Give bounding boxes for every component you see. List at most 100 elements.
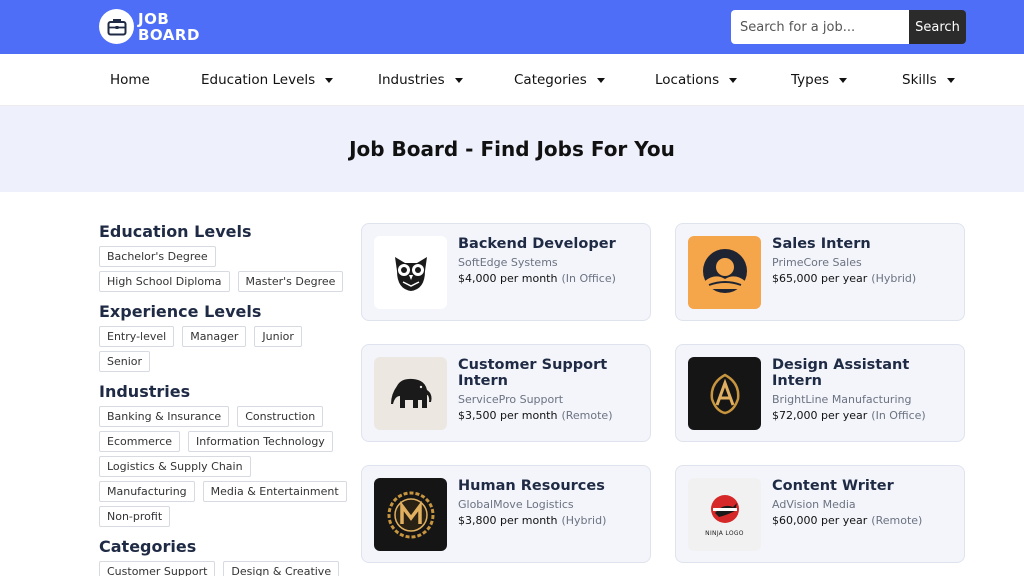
salary-amount: $60,000 per year bbox=[772, 514, 868, 527]
filter-tag[interactable]: Entry-level bbox=[99, 326, 175, 347]
job-title[interactable]: Backend Developer bbox=[458, 236, 643, 252]
salary-amount: $3,800 per month bbox=[458, 514, 558, 527]
nav-industries-label: Industries bbox=[378, 72, 445, 88]
nav-skills-label: Skills bbox=[902, 72, 937, 88]
nav-education-label: Education Levels bbox=[201, 72, 316, 88]
chevron-down-icon bbox=[325, 77, 334, 83]
filter-tag[interactable]: Manager bbox=[182, 326, 247, 347]
owl-logo-icon bbox=[374, 236, 447, 309]
filter-tag[interactable]: Master's Degree bbox=[237, 271, 344, 292]
job-info: Sales Intern PrimeCore Sales $65,000 per… bbox=[772, 236, 957, 285]
filter-tag[interactable]: Bachelor's Degree bbox=[99, 246, 216, 267]
job-card[interactable]: Human Resources GlobalMove Logistics $3,… bbox=[361, 465, 651, 563]
gold-a-logo-icon bbox=[688, 357, 761, 430]
job-salary: $72,000 per year (In Office) bbox=[772, 409, 957, 422]
hero-banner: Job Board - Find Jobs For You bbox=[0, 106, 1024, 192]
education-tags: Bachelor's Degree High School Diploma Ma… bbox=[99, 246, 349, 292]
work-mode: (Remote) bbox=[871, 514, 923, 527]
briefcase-icon bbox=[99, 9, 134, 44]
filter-tag[interactable]: Senior bbox=[99, 351, 151, 372]
work-mode: (Hybrid) bbox=[561, 514, 607, 527]
nav-types[interactable]: Types bbox=[791, 72, 848, 88]
nav-skills[interactable]: Skills bbox=[902, 72, 955, 88]
job-card[interactable]: Customer Support Intern ServicePro Suppo… bbox=[361, 344, 651, 442]
job-salary: $65,000 per year (Hybrid) bbox=[772, 272, 957, 285]
job-title[interactable]: Human Resources bbox=[458, 478, 643, 494]
company-name: SoftEdge Systems bbox=[458, 256, 558, 269]
job-salary: $4,000 per month (In Office) bbox=[458, 272, 643, 285]
job-title[interactable]: Sales Intern bbox=[772, 236, 957, 252]
job-card[interactable]: Design Assistant Intern BrightLine Manuf… bbox=[675, 344, 965, 442]
filter-tag[interactable]: High School Diploma bbox=[99, 271, 230, 292]
experience-levels-heading: Experience Levels bbox=[99, 302, 262, 321]
nav-industries[interactable]: Industries bbox=[378, 72, 463, 88]
search-bar: Search bbox=[731, 10, 966, 44]
chevron-down-icon bbox=[454, 77, 463, 83]
job-title[interactable]: Design Assistant Intern bbox=[772, 357, 957, 389]
company-name: GlobalMove Logistics bbox=[458, 498, 574, 511]
job-info: Content Writer AdVision Media $60,000 pe… bbox=[772, 478, 957, 527]
filter-tag[interactable]: Banking & Insurance bbox=[99, 406, 230, 427]
company-name: ServicePro Support bbox=[458, 393, 564, 406]
filter-tag[interactable]: Manufacturing bbox=[99, 481, 195, 502]
chevron-down-icon bbox=[839, 77, 848, 83]
job-info: Design Assistant Intern BrightLine Manuf… bbox=[772, 357, 957, 422]
nav-home-label: Home bbox=[110, 72, 150, 88]
job-salary: $3,500 per month (Remote) bbox=[458, 409, 643, 422]
work-mode: (In Office) bbox=[561, 272, 616, 285]
nav-education-levels[interactable]: Education Levels bbox=[201, 72, 334, 88]
company-name: BrightLine Manufacturing bbox=[772, 393, 912, 406]
chevron-down-icon bbox=[596, 77, 605, 83]
logo-line-1: JOB bbox=[138, 9, 170, 28]
company-name: AdVision Media bbox=[772, 498, 856, 511]
filter-tag[interactable]: Construction bbox=[237, 406, 324, 427]
salary-amount: $65,000 per year bbox=[772, 272, 868, 285]
main-nav: Home Education Levels Industries Categor… bbox=[0, 54, 1024, 106]
job-salary: $60,000 per year (Remote) bbox=[772, 514, 957, 527]
work-mode: (Remote) bbox=[561, 409, 613, 422]
page-title: Job Board - Find Jobs For You bbox=[349, 137, 675, 161]
filter-tag[interactable]: Non-profit bbox=[99, 506, 171, 527]
chevron-down-icon bbox=[729, 77, 738, 83]
industries-heading: Industries bbox=[99, 382, 191, 401]
salary-amount: $4,000 per month bbox=[458, 272, 558, 285]
nav-home[interactable]: Home bbox=[110, 72, 150, 88]
gold-m-logo-icon bbox=[374, 478, 447, 551]
elephant-logo-icon bbox=[374, 357, 447, 430]
job-title[interactable]: Customer Support Intern bbox=[458, 357, 643, 389]
filter-tag[interactable]: Junior bbox=[254, 326, 302, 347]
site-logo[interactable]: JOB BOARD bbox=[99, 9, 200, 44]
ninja-logo-icon: NINJA LOGO bbox=[688, 478, 761, 551]
categories-heading: Categories bbox=[99, 537, 197, 556]
job-title[interactable]: Content Writer bbox=[772, 478, 957, 494]
filter-tag[interactable]: Information Technology bbox=[188, 431, 333, 452]
nav-categories[interactable]: Categories bbox=[514, 72, 605, 88]
ninja-logo-text: NINJA LOGO bbox=[705, 529, 744, 537]
filter-sidebar: Education Levels Bachelor's Degree High … bbox=[99, 222, 349, 576]
logo-text: JOB BOARD bbox=[138, 11, 200, 43]
job-info: Human Resources GlobalMove Logistics $3,… bbox=[458, 478, 643, 527]
search-button[interactable]: Search bbox=[909, 10, 966, 44]
work-mode: (In Office) bbox=[871, 409, 926, 422]
filter-tag[interactable]: Media & Entertainment bbox=[202, 481, 347, 502]
work-mode: (Hybrid) bbox=[871, 272, 917, 285]
nav-locations[interactable]: Locations bbox=[655, 72, 738, 88]
job-card[interactable]: Sales Intern PrimeCore Sales $65,000 per… bbox=[675, 223, 965, 321]
job-info: Backend Developer SoftEdge Systems $4,00… bbox=[458, 236, 643, 285]
filter-tag[interactable]: Customer Support bbox=[99, 561, 216, 576]
filter-tag[interactable]: Logistics & Supply Chain bbox=[99, 456, 251, 477]
company-name: PrimeCore Sales bbox=[772, 256, 862, 269]
job-card[interactable]: NINJA LOGO Content Writer AdVision Media… bbox=[675, 465, 965, 563]
nav-categories-label: Categories bbox=[514, 72, 587, 88]
search-input[interactable] bbox=[731, 10, 909, 44]
industry-tags: Banking & Insurance Construction Ecommer… bbox=[99, 406, 349, 527]
filter-tag[interactable]: Design & Creative bbox=[223, 561, 340, 576]
nav-types-label: Types bbox=[791, 72, 830, 88]
filter-tag[interactable]: Ecommerce bbox=[99, 431, 181, 452]
chevron-down-icon bbox=[946, 77, 955, 83]
experience-tags: Entry-level Manager Junior Senior bbox=[99, 326, 349, 372]
category-tags: Customer Support Design & Creative bbox=[99, 561, 349, 576]
logo-line-2: BOARD bbox=[138, 25, 200, 44]
job-card[interactable]: Backend Developer SoftEdge Systems $4,00… bbox=[361, 223, 651, 321]
job-info: Customer Support Intern ServicePro Suppo… bbox=[458, 357, 643, 422]
